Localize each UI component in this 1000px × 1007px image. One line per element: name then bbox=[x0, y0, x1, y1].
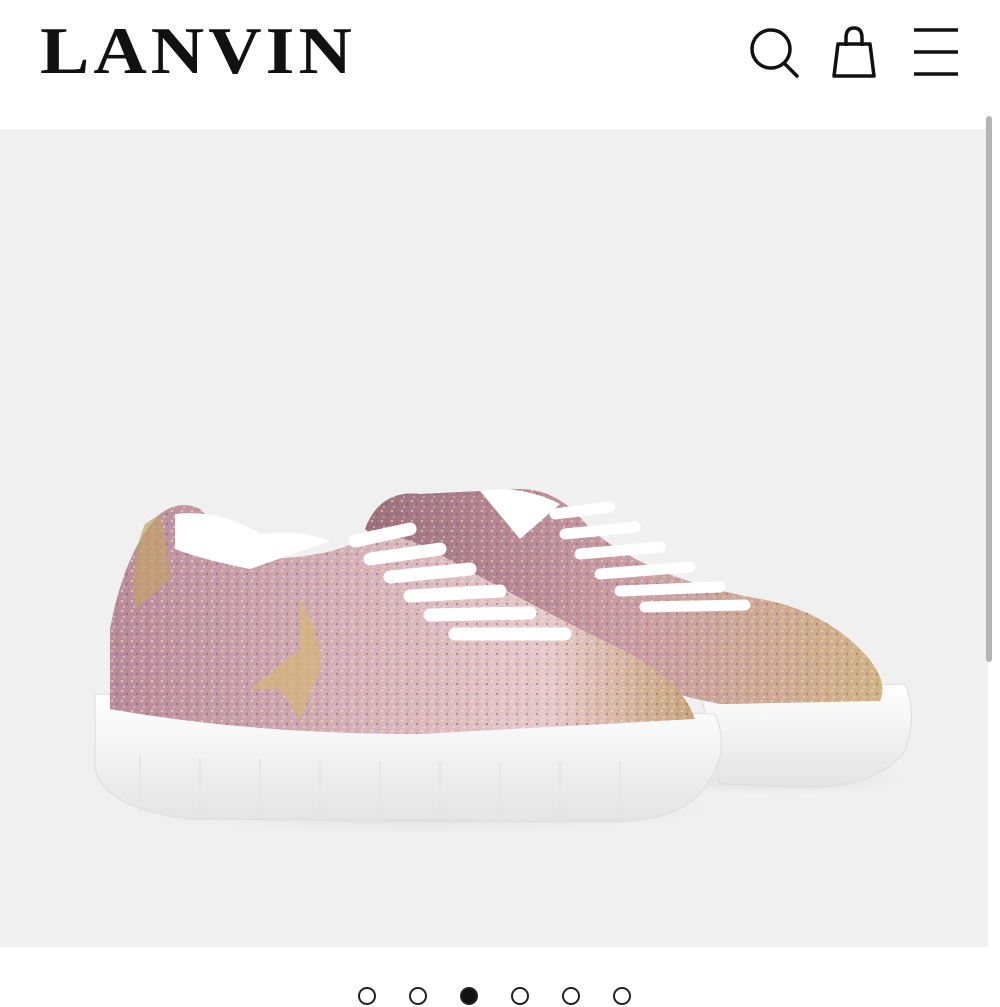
shopping-bag-icon[interactable] bbox=[824, 22, 884, 82]
carousel-dot-2[interactable] bbox=[409, 987, 427, 1005]
carousel-dot-1[interactable] bbox=[358, 987, 376, 1005]
carousel-dot-6[interactable] bbox=[613, 987, 631, 1005]
product-image-gallery[interactable] bbox=[0, 129, 988, 947]
brand-logo[interactable]: LANVIN bbox=[40, 18, 356, 85]
carousel-dot-4[interactable] bbox=[511, 987, 529, 1005]
scrollbar[interactable] bbox=[986, 116, 992, 662]
carousel-dot-3[interactable] bbox=[460, 987, 478, 1005]
glitter-sneakers-image bbox=[90, 489, 920, 837]
carousel-pagination bbox=[358, 987, 648, 1007]
carousel-dot-5[interactable] bbox=[562, 987, 580, 1005]
hamburger-menu-icon[interactable] bbox=[904, 22, 964, 82]
search-icon[interactable] bbox=[744, 22, 804, 82]
site-header: LANVIN bbox=[0, 0, 1000, 128]
